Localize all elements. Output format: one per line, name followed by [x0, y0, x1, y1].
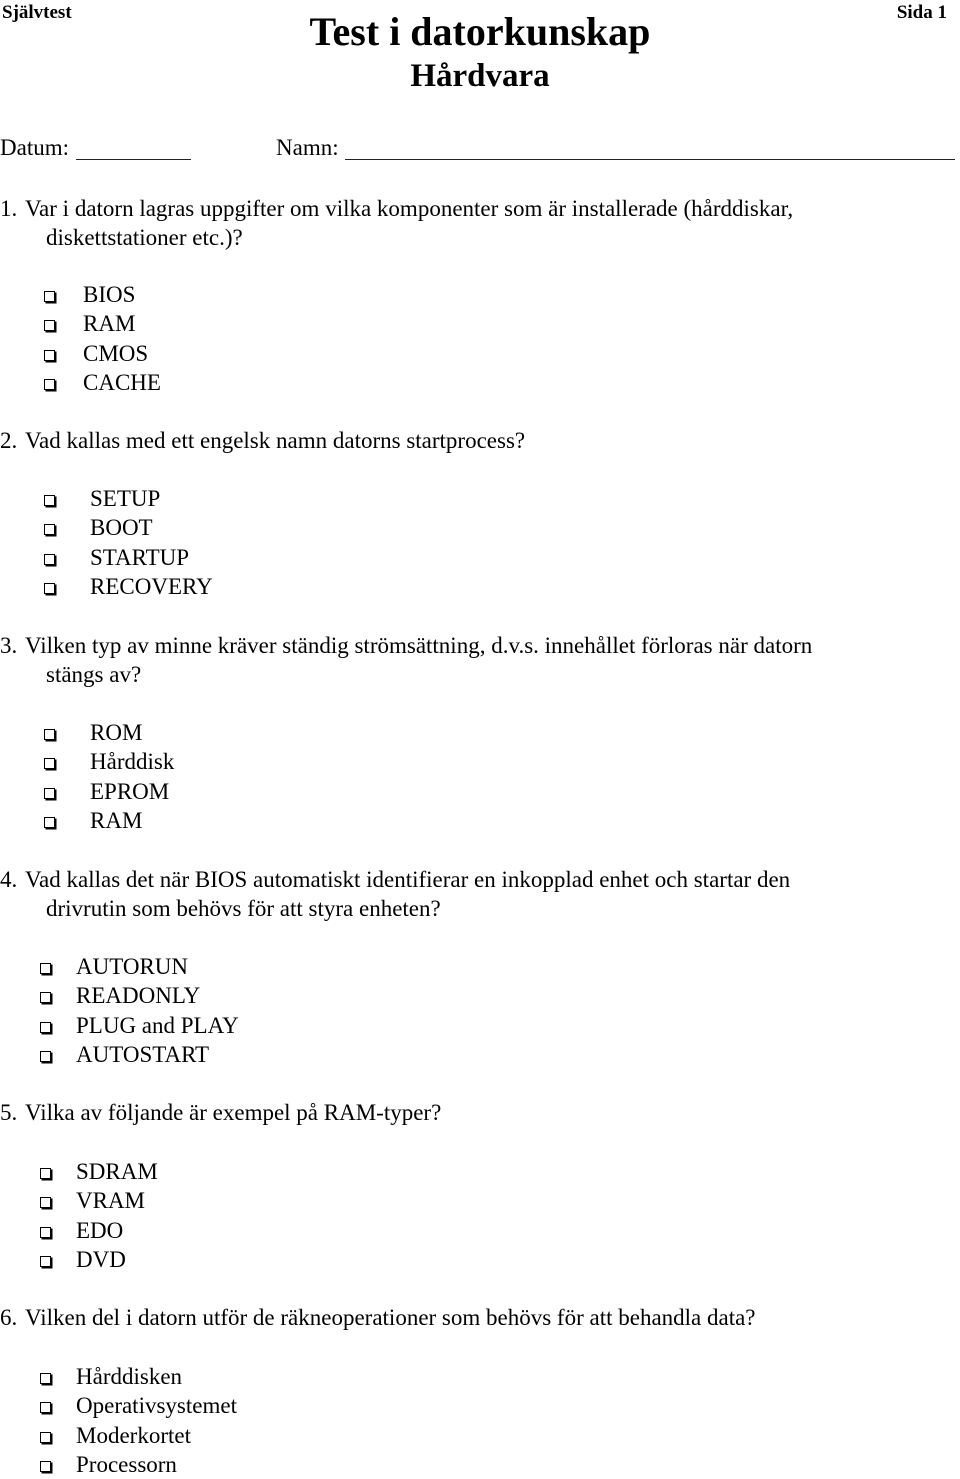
checkbox-icon[interactable] — [40, 1168, 51, 1179]
checkbox-icon[interactable] — [44, 378, 55, 390]
checkbox-icon[interactable] — [44, 758, 55, 770]
question-text-continued: diskettstationer etc.)? — [46, 225, 243, 250]
checkbox-icon[interactable] — [44, 524, 55, 536]
checkbox-icon[interactable] — [40, 1373, 51, 1384]
checkbox-icon[interactable] — [44, 787, 55, 799]
question-text: 3. Vilken typ av minne kräver ständig str… — [0, 633, 813, 658]
checkbox-icon[interactable] — [40, 1226, 51, 1238]
checkbox-icon[interactable] — [40, 1431, 51, 1443]
checkbox-icon[interactable] — [44, 349, 55, 361]
name-field[interactable] — [345, 159, 955, 160]
checkbox-icon[interactable] — [40, 992, 51, 1004]
checkbox-icon[interactable] — [44, 291, 55, 302]
checkbox-icon[interactable] — [40, 963, 51, 974]
name-label: Namn: — [276, 135, 339, 160]
checkbox-icon[interactable] — [44, 320, 55, 332]
checkbox-icon[interactable] — [44, 495, 55, 506]
question-text: 4. Vad kallas det när BIOS automatiskt id… — [0, 867, 791, 892]
question-5: 5. Vilka av följande är exempel på RAM-ty… — [0, 1098, 441, 1127]
question-text: 1. Var i datorn lagras uppgifter om vilka… — [0, 196, 794, 221]
checkbox-icon[interactable] — [44, 582, 55, 594]
checkbox-icon[interactable] — [40, 1255, 51, 1267]
page-title: Test i datorkunskap — [309, 9, 651, 54]
date-field[interactable] — [76, 159, 191, 160]
question-6: 6. Vilken del i datorn utför de räkneoper… — [0, 1303, 756, 1332]
page-subtitle: Hårdvara — [410, 58, 550, 94]
question-4: 4. Vad kallas det när BIOS automatiskt id… — [0, 865, 790, 923]
question-1: 1. Var i datorn lagras uppgifter om vilka… — [0, 194, 793, 252]
checkbox-icon[interactable] — [40, 1460, 51, 1472]
question-2: 2. Vad kallas med ett engelsk namn datorn… — [0, 426, 525, 455]
question-text: 2. Vad kallas med ett engelsk namn datorn… — [0, 428, 526, 453]
checkbox-icon[interactable] — [40, 1197, 51, 1209]
question-text-continued: drivrutin som behövs för att styra enhet… — [46, 896, 441, 921]
checkbox-icon[interactable] — [40, 1050, 51, 1062]
question-text: 6. Vilken del i datorn utför de räkneoper… — [0, 1305, 756, 1330]
checkbox-icon[interactable] — [44, 729, 55, 740]
checkbox-icon[interactable] — [40, 1402, 51, 1414]
question-3: 3. Vilken typ av minne kräver ständig str… — [0, 631, 812, 689]
checkbox-icon[interactable] — [44, 816, 55, 828]
question-text: 5. Vilka av följande är exempel på RAM-ty… — [0, 1100, 442, 1125]
date-label: Datum: — [0, 135, 69, 160]
checkbox-icon[interactable] — [40, 1021, 51, 1033]
checkbox-icon[interactable] — [44, 553, 55, 565]
question-text-continued: stängs av? — [46, 662, 142, 687]
